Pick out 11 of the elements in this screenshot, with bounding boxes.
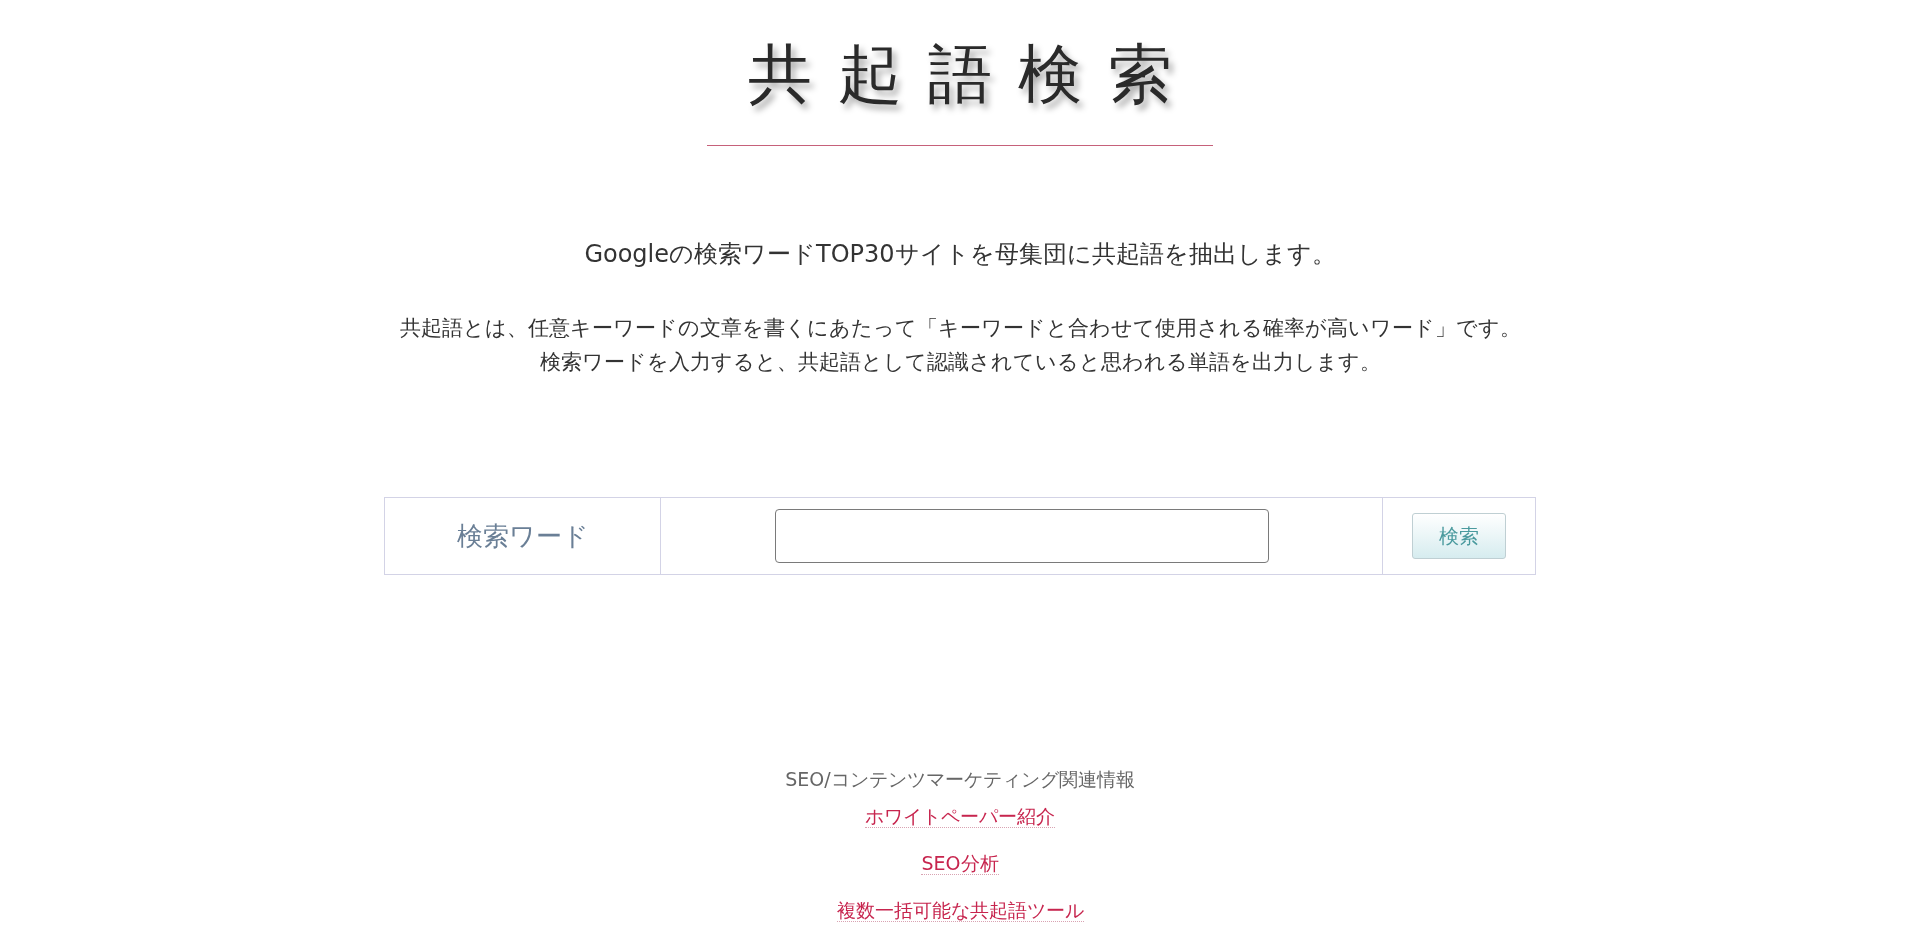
search-input-field[interactable] (774, 509, 1269, 563)
description-text: 共起語とは、任意キーワードの文章を書くにあたって「キーワードと合わせて使用される確率が高いワード」です。 (399, 315, 1521, 342)
intro-headline: Googleの検索ワードTOP30サイトを母集団に共起語を抽出します。 (584, 239, 1336, 270)
footer-link[interactable]: 複数一括可能な共起語ツール (836, 899, 1084, 922)
search-button[interactable]: 検索 (1412, 513, 1506, 559)
description-text: 検索ワードを入力すると、共起語として認識されていると思われる単語を出力します。 (539, 349, 1381, 376)
footer-heading: SEO/コンテンツマーケティング関連情報 (785, 767, 1135, 792)
logo-title: 共起語検索 (747, 36, 1198, 113)
search-label: 検索ワード (456, 520, 589, 553)
footer-link[interactable]: ホワイトペーパー紹介 (865, 805, 1055, 828)
footer-link[interactable]: SEO分析 (921, 852, 999, 875)
